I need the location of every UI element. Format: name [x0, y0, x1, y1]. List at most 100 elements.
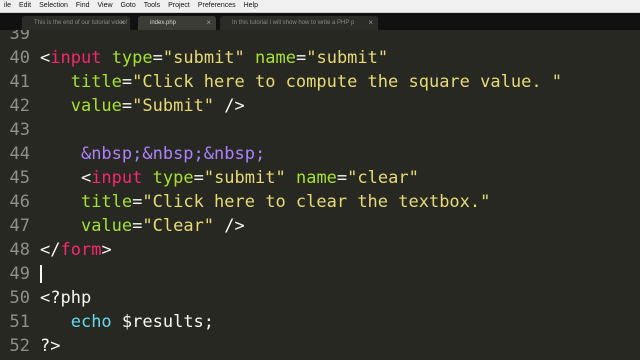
- menu-item-preferences[interactable]: Preferences: [194, 0, 240, 12]
- code-text: </form>: [40, 238, 112, 262]
- code-token: form: [60, 240, 102, 260]
- code-token: title: [80, 192, 133, 212]
- code-token: =: [132, 192, 143, 212]
- code-token: "Clear": [142, 216, 215, 236]
- text-cursor: [40, 265, 42, 283]
- tab-label: In this tutorial I will show how to writ…: [232, 20, 355, 26]
- code-token: "Click here to clear the textbox.": [142, 192, 491, 212]
- code-token: name: [295, 168, 337, 188]
- code-token: >: [101, 240, 112, 260]
- code-token: =: [132, 216, 143, 236]
- code-token: value: [70, 96, 122, 116]
- code-line[interactable]: 52 ?>: [0, 334, 640, 358]
- code-line[interactable]: 46 title="Click here to clear the textbo…: [0, 190, 640, 214]
- menu-item-help[interactable]: Help: [240, 0, 262, 12]
- code-editor[interactable]: 39 40 <input type="submit" name="submit" 41…: [0, 30, 640, 360]
- editor-tab[interactable]: In this tutorial I will show how to writ…: [220, 16, 378, 30]
- menu-item-find[interactable]: Find: [72, 0, 94, 12]
- code-line[interactable]: 41 title="Click here to compute the squa…: [0, 70, 640, 94]
- menu-item-selection[interactable]: Selection: [35, 0, 72, 12]
- code-token: input: [91, 168, 143, 188]
- line-number: 48: [9, 240, 30, 260]
- code-text: <?php: [40, 286, 91, 310]
- code-line[interactable]: 45 <input type="submit" name="clear": [0, 166, 640, 190]
- code-line[interactable]: 50 <?php: [0, 286, 640, 310]
- code-line[interactable]: 39: [0, 30, 640, 46]
- code-token: &nbsp;&nbsp;&nbsp;: [80, 144, 266, 164]
- code-token: "Submit": [132, 96, 215, 116]
- code-line[interactable]: 51 echo $results;: [0, 310, 640, 334]
- code-token: =: [152, 48, 163, 68]
- code-token: <?php: [40, 288, 92, 308]
- code-text: title="Click here to clear the textbox.": [40, 190, 490, 214]
- code-token: =: [193, 168, 204, 188]
- line-number: 52: [9, 336, 30, 356]
- menu-item-ile[interactable]: ile: [0, 0, 15, 12]
- code-token: "submit": [162, 48, 245, 68]
- code-token: <: [40, 48, 51, 68]
- code-token: "submit": [203, 168, 286, 188]
- code-token: "clear": [347, 168, 419, 188]
- close-icon[interactable]: ×: [120, 16, 125, 30]
- editor-tab[interactable]: This is the end of our tutorial video! ×: [22, 16, 130, 30]
- code-token: />: [214, 96, 245, 116]
- menu-item-project[interactable]: Project: [164, 0, 194, 12]
- code-text: value="Clear" />: [40, 214, 245, 238]
- close-icon[interactable]: ×: [206, 16, 211, 30]
- line-number: 49: [9, 264, 30, 284]
- code-line[interactable]: 43: [0, 118, 640, 142]
- tab-bar: This is the end of our tutorial video! × i…: [0, 13, 640, 30]
- line-number: 46: [9, 192, 30, 212]
- line-number: 51: [9, 312, 30, 332]
- line-number: 44: [9, 144, 30, 164]
- line-number: 41: [9, 72, 30, 92]
- code-text: ?>: [40, 334, 60, 358]
- menu-item-goto[interactable]: Goto: [117, 0, 140, 12]
- code-line[interactable]: 47 value="Clear" />: [0, 214, 640, 238]
- menu-item-edit[interactable]: Edit: [15, 0, 35, 12]
- close-icon[interactable]: ×: [368, 16, 373, 30]
- code-token: echo: [70, 312, 112, 332]
- code-text: &nbsp;&nbsp;&nbsp;: [40, 142, 265, 166]
- menu-item-tools[interactable]: Tools: [140, 0, 164, 12]
- code-line[interactable]: 40 <input type="submit" name="submit": [0, 46, 640, 70]
- code-line[interactable]: 49: [0, 262, 640, 286]
- code-text: <input type="submit" name="submit": [40, 46, 388, 70]
- line-number: 45: [9, 168, 30, 188]
- code-token: ?>: [40, 336, 61, 356]
- code-token: type: [111, 48, 153, 68]
- code-token: type: [152, 168, 194, 188]
- code-token: $results;: [111, 312, 215, 332]
- line-number: 50: [9, 288, 30, 308]
- tab-label: This is the end of our tutorial video!: [34, 20, 128, 26]
- code-text: value="Submit" />: [40, 94, 245, 118]
- code-line[interactable]: 48 </form>: [0, 238, 640, 262]
- line-number: 40: [9, 48, 30, 68]
- code-line[interactable]: 44 &nbsp;&nbsp;&nbsp;: [0, 142, 640, 166]
- code-token: <: [40, 168, 92, 188]
- code-token: =: [121, 96, 133, 116]
- code-token: title: [70, 72, 122, 92]
- menu-item-view[interactable]: View: [94, 0, 117, 12]
- tab-label: index.php: [150, 20, 177, 26]
- code-token: value: [80, 216, 133, 236]
- code-text: echo $results;: [40, 310, 214, 334]
- editor-tab[interactable]: index.php ×: [138, 16, 216, 30]
- code-token: </: [40, 240, 61, 260]
- code-token: =: [295, 48, 307, 68]
- code-line[interactable]: 42 value="Submit" />: [0, 94, 640, 118]
- code-token: "submit": [306, 48, 389, 68]
- code-token: />: [214, 216, 245, 236]
- line-number: 43: [9, 120, 30, 140]
- code-token: =: [121, 72, 133, 92]
- line-number: 42: [9, 96, 30, 116]
